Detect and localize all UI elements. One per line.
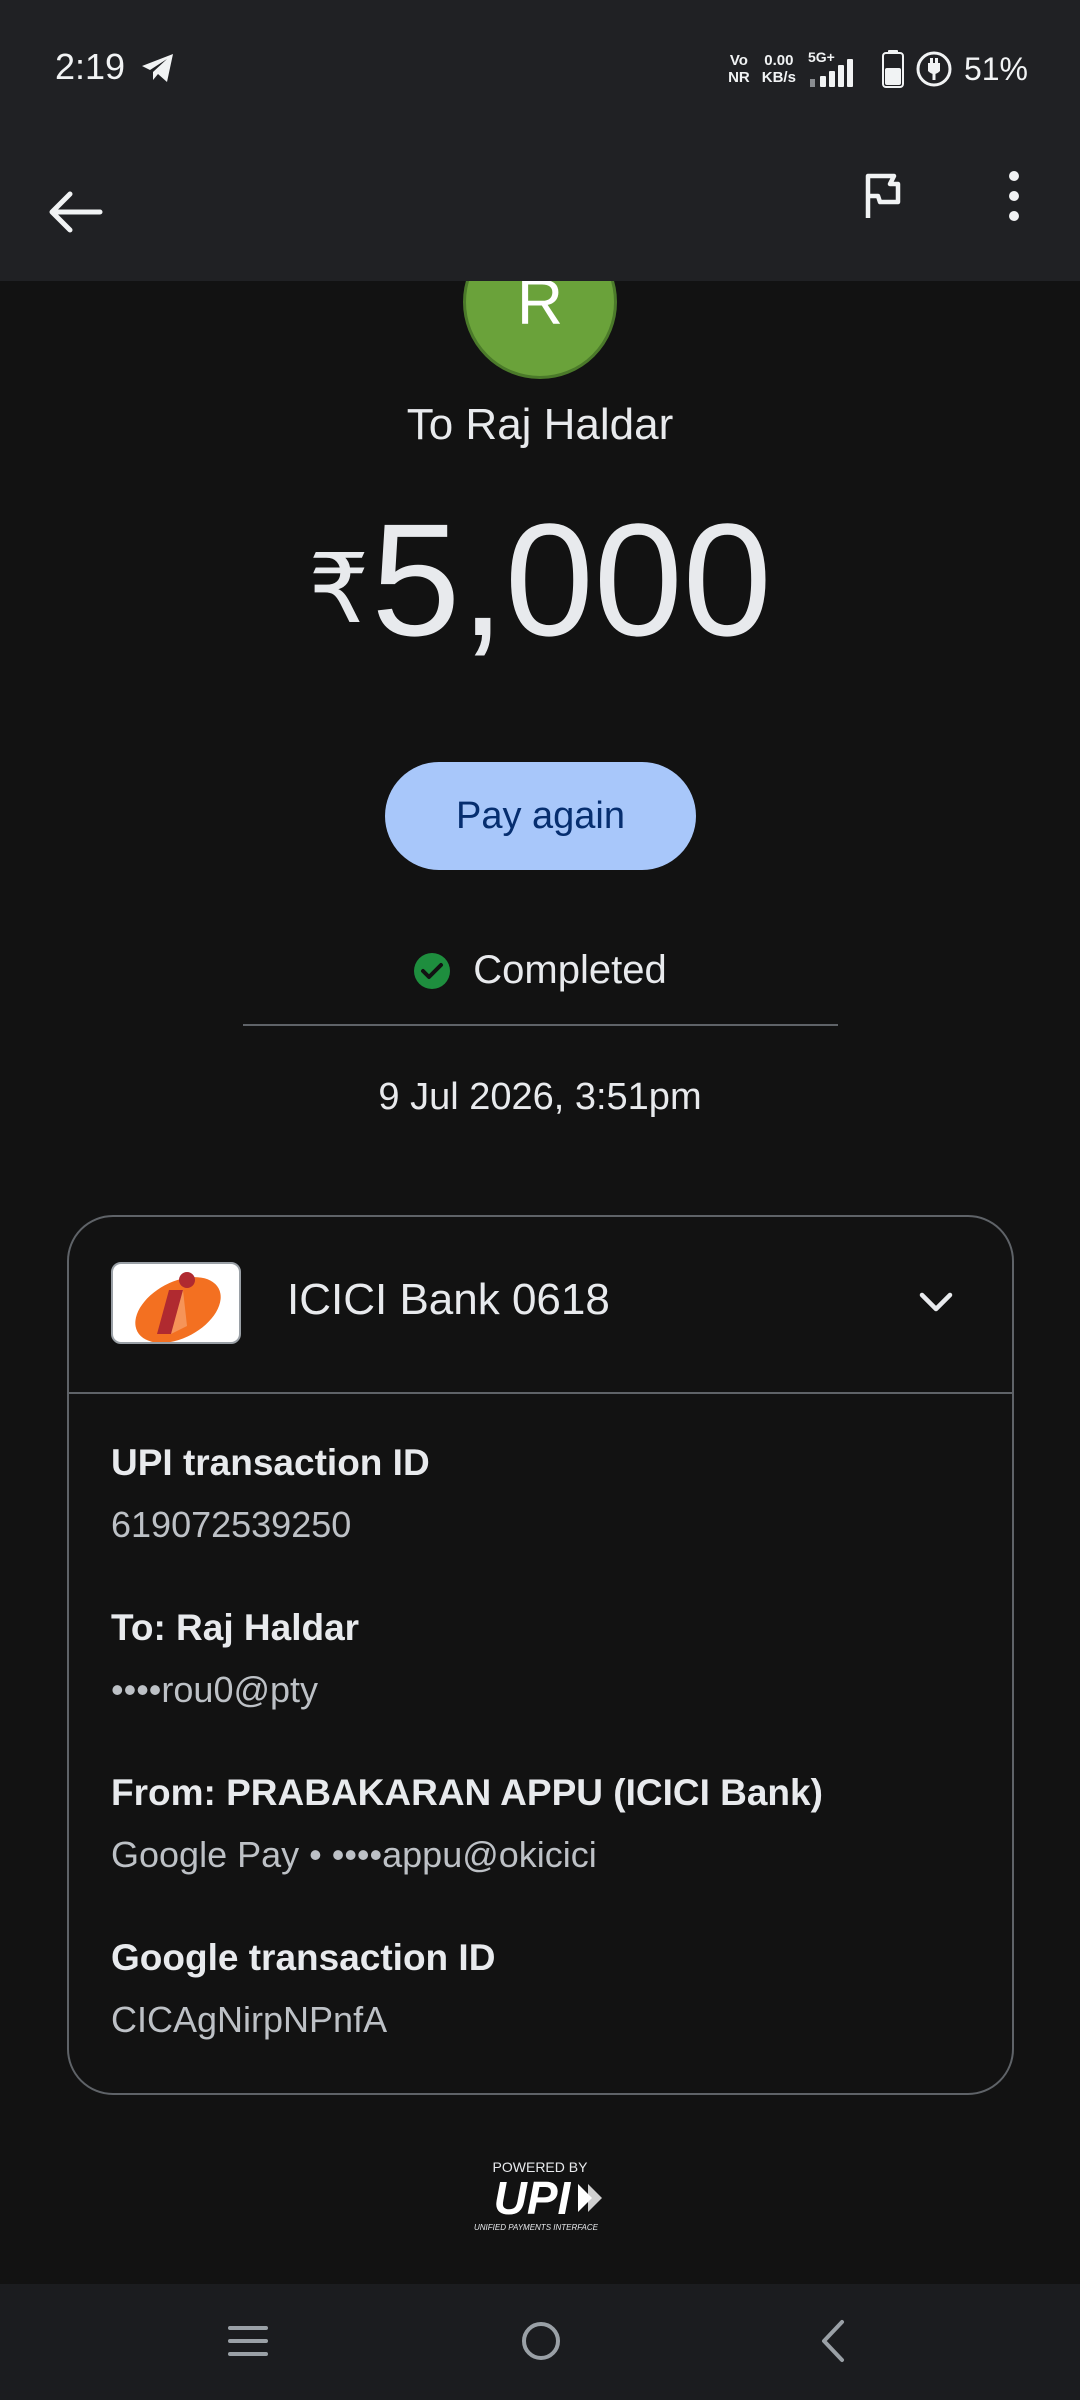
to-label: To: Raj Haldar <box>111 1607 360 1648</box>
icici-logo <box>111 1262 241 1344</box>
battery-icon <box>881 50 904 88</box>
upi-txn-label: UPI transaction ID <box>111 1442 430 1483</box>
amount-value: 5,000 <box>371 490 772 669</box>
google-txn-value[interactable]: CICAgNirpNPnfA <box>111 1999 495 2041</box>
telegram-icon <box>142 54 173 82</box>
payment-status: Completed <box>0 948 1080 993</box>
recipient-title: To Raj Haldar <box>406 400 674 449</box>
upi-logo: POWERED BY UPI UNIFIED PAYMENTS INTERFAC… <box>474 2159 602 2232</box>
more-options-icon[interactable] <box>1000 168 1028 224</box>
transaction-datetime: 9 Jul 2026, 3:51pm <box>378 1076 702 1118</box>
to-detail: To: Raj Haldar ••••rou0@pty <box>111 1607 359 1711</box>
home-circle-icon[interactable] <box>520 2320 562 2362</box>
google-transaction-id: Google transaction ID CICAgNirpNPnfA <box>111 1937 495 2041</box>
check-circle-icon <box>414 952 451 989</box>
nav-back-icon[interactable] <box>818 2318 846 2364</box>
net-speed: 0.00 KB/s <box>761 52 796 86</box>
chevron-down-icon[interactable] <box>916 1289 956 1317</box>
status-bar: 2:19 Vo NR 0.00 KB/s 5G+ 51% <box>0 0 1080 140</box>
card-divider <box>69 1392 1012 1394</box>
system-nav-bar <box>0 2284 1080 2400</box>
google-txn-label: Google transaction ID <box>111 1937 496 1978</box>
back-arrow-icon[interactable] <box>46 190 106 234</box>
volte-indicator: Vo NR <box>728 52 750 86</box>
currency-symbol: ₹ <box>308 536 370 643</box>
divider <box>243 1024 838 1026</box>
upi-subtitle: UNIFIED PAYMENTS INTERFACE <box>474 2223 599 2232</box>
report-flag-icon[interactable] <box>858 168 906 224</box>
bank-name: ICICI Bank 0618 <box>287 1275 610 1324</box>
from-value: Google Pay • ••••appu@okicici <box>111 1834 597 1875</box>
signal-icon: 5G+ <box>808 49 853 87</box>
icici-logo-icon <box>135 1272 221 1342</box>
upi-text: UPI <box>494 2172 572 2224</box>
recents-menu-icon[interactable] <box>228 2324 268 2358</box>
status-text: Completed <box>473 948 667 992</box>
status-icons: Vo NR 0.00 KB/s 5G+ 51% <box>728 44 1028 94</box>
to-value: ••••rou0@pty <box>111 1669 319 1710</box>
upi-transaction-id: UPI transaction ID 619072539250 <box>111 1442 430 1546</box>
upi-txn-value[interactable]: 619072539250 <box>111 1504 430 1546</box>
from-detail: From: PRABAKARAN APPU (ICICI Bank) Googl… <box>111 1772 823 1876</box>
charging-icon <box>916 51 952 87</box>
app-bar <box>0 140 1080 281</box>
bank-account-row[interactable]: ICICI Bank 0618 <box>69 1217 1012 1392</box>
transaction-details-card: ICICI Bank 0618 UPI transaction ID 61907… <box>67 1215 1014 2095</box>
payment-amount: ₹5,000 <box>0 500 1080 660</box>
battery-percent: 51% <box>963 50 1028 87</box>
status-time: 2:19 <box>55 46 126 87</box>
from-label: From: PRABAKARAN APPU (ICICI Bank) <box>111 1772 823 1813</box>
network-type: 5G+ <box>808 49 835 65</box>
pay-again-button[interactable]: Pay again <box>385 762 696 870</box>
